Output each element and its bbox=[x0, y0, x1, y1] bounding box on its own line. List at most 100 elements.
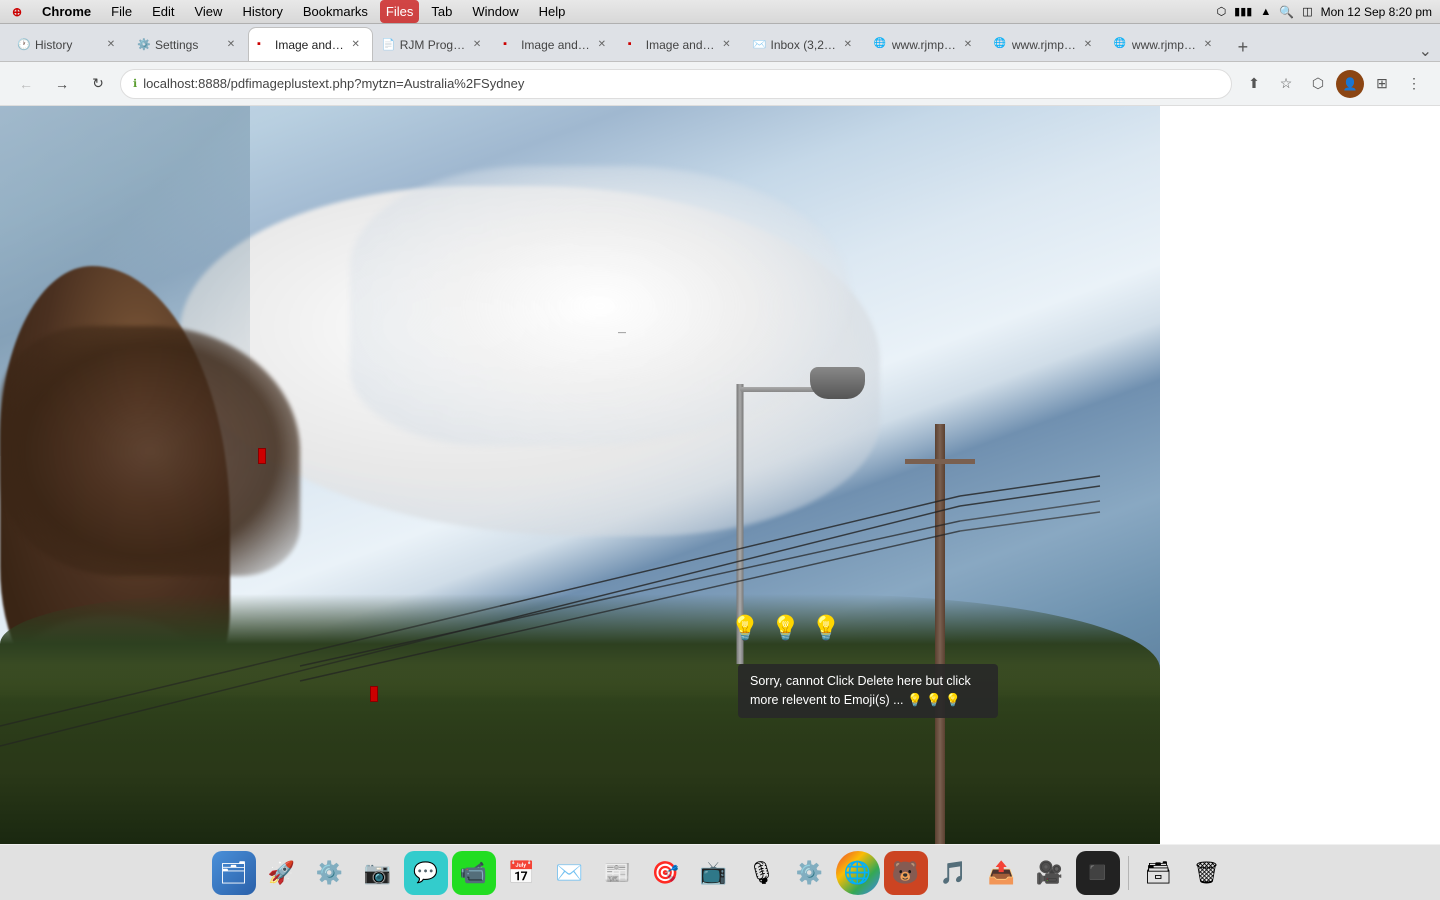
dock-launchpad[interactable]: 🚀 bbox=[260, 851, 304, 895]
dock-bear[interactable]: 🐻 bbox=[884, 851, 928, 895]
tab-image-and-2[interactable]: ▪ Image and… ✕ bbox=[494, 27, 619, 61]
sidebar-toggle[interactable]: ⊞ bbox=[1368, 70, 1396, 98]
tab-settings-favicon: ⚙️ bbox=[137, 38, 151, 52]
menu-bookmarks[interactable]: Bookmarks bbox=[295, 0, 376, 23]
menu-help[interactable]: Help bbox=[531, 0, 574, 23]
menu-file[interactable]: File bbox=[103, 0, 140, 23]
right-sidebar bbox=[1160, 106, 1440, 844]
dock-messages[interactable]: 💬 bbox=[404, 851, 448, 895]
tab-history-close[interactable]: ✕ bbox=[103, 37, 119, 53]
tab-image-favicon-2: ▪ bbox=[503, 38, 517, 52]
tab-rjm-favicon: 📄 bbox=[382, 38, 396, 52]
main-content: — 💡 💡 💡 Sorry, cannot Click Delete here … bbox=[0, 106, 1440, 844]
tab-image-favicon-3: ▪ bbox=[628, 38, 642, 52]
search-icon[interactable]: 🔍 bbox=[1279, 5, 1294, 19]
dock-music[interactable]: 🎵 bbox=[932, 851, 976, 895]
tab-inbox[interactable]: ✉️ Inbox (3,2… ✕ bbox=[744, 27, 865, 61]
tab-image-label-2: Image and… bbox=[521, 38, 590, 52]
tab-settings[interactable]: ⚙️ Settings ✕ bbox=[128, 27, 248, 61]
webpage[interactable]: — 💡 💡 💡 Sorry, cannot Click Delete here … bbox=[0, 106, 1160, 844]
forward-button[interactable]: → bbox=[48, 70, 76, 98]
menu-button[interactable]: ⋮ bbox=[1400, 70, 1428, 98]
back-button[interactable]: ← bbox=[12, 70, 40, 98]
dock-trash[interactable]: 🗑 bbox=[1185, 851, 1229, 895]
tab-rjmp-close-2[interactable]: ✕ bbox=[1080, 37, 1096, 53]
menu-files[interactable]: Files bbox=[380, 0, 419, 23]
dock-filezilla[interactable]: 📤 bbox=[980, 851, 1024, 895]
url-text: localhost:8888/pdfimageplustext.php?mytz… bbox=[143, 76, 1219, 91]
control-center-icon[interactable]: ◫ bbox=[1302, 5, 1312, 18]
small-object: — bbox=[618, 328, 626, 337]
tab-rjm-prog[interactable]: 📄 RJM Prog… ✕ bbox=[373, 27, 494, 61]
dock-photos[interactable]: 📷 bbox=[356, 851, 400, 895]
tab-rjmp-close-1[interactable]: ✕ bbox=[960, 37, 976, 53]
dock-mail[interactable]: ✉️ bbox=[548, 851, 592, 895]
dock-terminal[interactable]: ⬛ bbox=[1076, 851, 1120, 895]
apple-logo[interactable]: ⊕ bbox=[8, 3, 26, 21]
tab-history-label: History bbox=[35, 38, 99, 52]
red-marker-1[interactable] bbox=[258, 448, 266, 464]
wifi-icon[interactable]: ▲ bbox=[1260, 6, 1271, 18]
menu-window[interactable]: Window bbox=[464, 0, 526, 23]
address-bar: ← → ↻ ℹ localhost:8888/pdfimageplustext.… bbox=[0, 62, 1440, 106]
profile-button[interactable]: 👤 bbox=[1336, 70, 1364, 98]
reload-button[interactable]: ↻ bbox=[84, 70, 112, 98]
dock-finder2[interactable]: 🗃 bbox=[1137, 851, 1181, 895]
lamp-emojis: 💡 💡 💡 bbox=[730, 614, 843, 643]
tab-rjmp-label-3: www.rjmp… bbox=[1132, 38, 1196, 52]
dock-finder[interactable]: 🗂 bbox=[212, 851, 256, 895]
dock-news[interactable]: 📰 bbox=[596, 851, 640, 895]
tooltip-text: Sorry, cannot Click Delete here but clic… bbox=[750, 674, 971, 707]
tab-rjmp-1[interactable]: 🌐 www.rjmp… ✕ bbox=[865, 27, 985, 61]
menu-chrome[interactable]: Chrome bbox=[34, 0, 99, 23]
chrome-window: 🕐 History ✕ ⚙️ Settings ✕ ▪ Image and… ✕… bbox=[0, 24, 1440, 844]
red-marker-2[interactable] bbox=[370, 686, 378, 702]
bluetooth-icon[interactable]: ⬡ bbox=[1217, 5, 1227, 18]
pole-crossarm bbox=[905, 459, 975, 464]
dock-calendar[interactable]: 📅 bbox=[500, 851, 544, 895]
menu-tab[interactable]: Tab bbox=[423, 0, 460, 23]
tab-rjmp-3[interactable]: 🌐 www.rjmp… ✕ bbox=[1105, 27, 1225, 61]
tab-inbox-label: Inbox (3,2… bbox=[771, 38, 836, 52]
tooltip-box: Sorry, cannot Click Delete here but clic… bbox=[738, 664, 998, 718]
dock-preferences[interactable]: ⚙️ bbox=[308, 851, 352, 895]
bookmark-button[interactable]: ☆ bbox=[1272, 70, 1300, 98]
tab-image-close-1[interactable]: ✕ bbox=[348, 37, 364, 53]
menu-history[interactable]: History bbox=[234, 0, 290, 23]
dock-appletv[interactable]: 📺 bbox=[692, 851, 736, 895]
dock-podcasts[interactable]: 🎙 bbox=[740, 851, 784, 895]
url-bar[interactable]: ℹ localhost:8888/pdfimageplustext.php?my… bbox=[120, 69, 1232, 99]
dock-settings2[interactable]: ⚙️ bbox=[788, 851, 832, 895]
tab-image-label-3: Image and… bbox=[646, 38, 715, 52]
tab-rjmp-label-1: www.rjmp… bbox=[892, 38, 956, 52]
share-button[interactable]: ⬆ bbox=[1240, 70, 1268, 98]
tab-overflow[interactable]: ⌄ bbox=[1419, 41, 1440, 61]
menu-bar-right: ⬡ ▮▮▮ ▲ 🔍 ◫ Mon 12 Sep 8:20 pm bbox=[1217, 5, 1432, 19]
tab-inbox-close[interactable]: ✕ bbox=[840, 37, 856, 53]
menu-view[interactable]: View bbox=[186, 0, 230, 23]
tab-bar: 🕐 History ✕ ⚙️ Settings ✕ ▪ Image and… ✕… bbox=[0, 24, 1440, 62]
tab-image-close-3[interactable]: ✕ bbox=[719, 37, 735, 53]
tab-rjmp-favicon-2: 🌐 bbox=[994, 38, 1008, 52]
tab-settings-close[interactable]: ✕ bbox=[223, 37, 239, 53]
tab-rjmp-2[interactable]: 🌐 www.rjmp… ✕ bbox=[985, 27, 1105, 61]
tab-image-close-2[interactable]: ✕ bbox=[594, 37, 610, 53]
dock-zoom[interactable]: 🎥 bbox=[1028, 851, 1072, 895]
tab-history-favicon: 🕐 bbox=[17, 38, 31, 52]
tab-image-and-1[interactable]: ▪ Image and… ✕ bbox=[248, 27, 373, 61]
dock-appstore[interactable]: 🎯 bbox=[644, 851, 688, 895]
dock-facetime[interactable]: 📹 bbox=[452, 851, 496, 895]
battery-icon[interactable]: ▮▮▮ bbox=[1234, 5, 1252, 18]
tab-rjmp-favicon-1: 🌐 bbox=[874, 38, 888, 52]
tab-rjm-close[interactable]: ✕ bbox=[469, 37, 485, 53]
tab-image-label-1: Image and… bbox=[275, 38, 344, 52]
tab-rjmp-close-3[interactable]: ✕ bbox=[1200, 37, 1216, 53]
tab-image-and-3[interactable]: ▪ Image and… ✕ bbox=[619, 27, 744, 61]
tab-history[interactable]: 🕐 History ✕ bbox=[8, 27, 128, 61]
extensions-button[interactable]: ⬡ bbox=[1304, 70, 1332, 98]
new-tab-button[interactable]: + bbox=[1229, 33, 1257, 61]
dock-chrome[interactable]: 🌐 bbox=[836, 851, 880, 895]
dock-divider bbox=[1128, 856, 1129, 890]
clock: Mon 12 Sep 8:20 pm bbox=[1321, 5, 1432, 19]
menu-edit[interactable]: Edit bbox=[144, 0, 182, 23]
